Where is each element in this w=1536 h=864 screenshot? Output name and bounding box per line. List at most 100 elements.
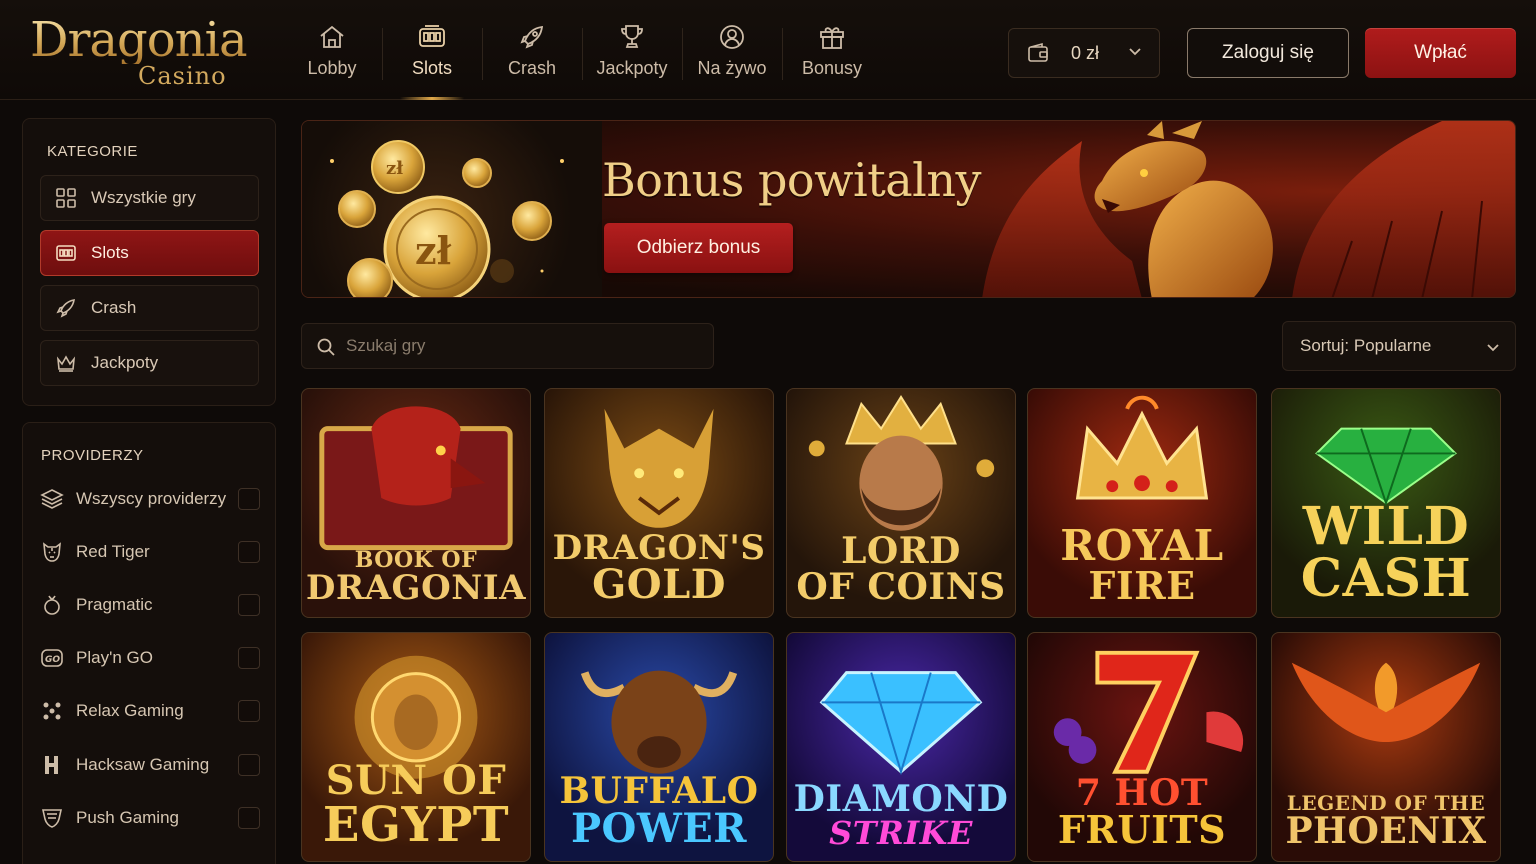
provider-hacksaw[interactable]: Hacksaw Gaming — [40, 748, 260, 782]
provider-checkbox[interactable] — [238, 541, 260, 563]
gift-icon — [820, 26, 844, 49]
game-title-line1: DIAMOND — [793, 778, 1009, 820]
game-title-line2: CASH — [1300, 548, 1472, 609]
chevron-down-icon — [1487, 344, 1499, 352]
banner-title: Bonus powitalny — [602, 153, 981, 207]
category-label: Jackpoty — [91, 353, 159, 372]
game-tile-buffalo-power[interactable]: BUFFALO POWER — [544, 632, 774, 862]
nav-slots[interactable]: Slots — [382, 0, 482, 100]
sort-dropdown[interactable]: Sortuj: Popularne — [1282, 321, 1516, 371]
game-tile-book-of-dragonia[interactable]: BOOK OF DRAGONIA — [301, 388, 531, 618]
hacksaw-icon — [45, 756, 58, 774]
game-tile-7-hot-fruits[interactable]: 7 HOT FRUITS — [1027, 632, 1257, 862]
wallet-icon — [1028, 42, 1048, 62]
provider-red-tiger[interactable]: Red Tiger — [40, 535, 260, 569]
game-title-line2: FRUITS — [1057, 807, 1227, 852]
game-title-line1: ROYAL — [1060, 521, 1224, 570]
provider-label: Hacksaw Gaming — [76, 755, 210, 774]
category-label: Slots — [91, 243, 129, 262]
home-icon — [320, 25, 344, 48]
game-title-line1: LORD — [841, 530, 961, 572]
wallet-dropdown[interactable]: 0 zł — [1008, 28, 1160, 78]
game-tile-diamond-strike[interactable]: DIAMOND STRIKE — [786, 632, 1016, 862]
game-title-line1: SUN OF — [325, 757, 507, 804]
game-title-line2: STRIKE — [829, 814, 973, 852]
game-tile-dragons-gold[interactable]: DRAGON'S GOLD — [544, 388, 774, 618]
provider-checkbox[interactable] — [238, 807, 260, 829]
providers-title: PROVIDERZY — [41, 447, 144, 464]
slot-machine-icon — [56, 245, 76, 261]
game-title: SUN OF EGYPT — [302, 757, 530, 850]
game-tile-royal-fire[interactable]: ROYAL FIRE — [1027, 388, 1257, 618]
game-title: LORD OF COINS — [787, 533, 1015, 605]
game-title: LEGEND OF THE PHOENIX — [1272, 793, 1500, 849]
chevron-down-icon — [1129, 48, 1141, 56]
relax-icon — [43, 702, 61, 720]
search-icon — [317, 338, 335, 356]
category-all-games[interactable]: Wszystkie gry — [40, 175, 259, 221]
live-user-icon — [720, 24, 744, 49]
game-title-line2: OF COINS — [796, 566, 1006, 608]
nav-crash[interactable]: Crash — [482, 0, 582, 100]
provider-checkbox[interactable] — [238, 647, 260, 669]
provider-label: Play'n GO — [76, 648, 153, 667]
game-tile-lord-of-coins[interactable]: LORD OF COINS — [786, 388, 1016, 618]
game-title: WILD CASH — [1272, 501, 1500, 605]
provider-playngo[interactable]: GO Play'n GO — [40, 641, 260, 675]
svg-text:zł: zł — [386, 158, 404, 179]
claim-bonus-button[interactable]: Odbierz bonus — [604, 223, 793, 273]
provider-label: Push Gaming — [76, 808, 179, 827]
search-input[interactable] — [346, 324, 696, 368]
provider-checkbox[interactable] — [238, 700, 260, 722]
nav-slots-label: Slots — [411, 57, 453, 78]
provider-checkbox[interactable] — [238, 754, 260, 776]
game-title-line1: DRAGON'S — [552, 528, 766, 568]
category-label: Crash — [91, 298, 137, 317]
brand-logo[interactable]: Dragonia Casino — [30, 10, 248, 90]
game-title: BUFFALO POWER — [545, 773, 773, 849]
top-header: Dragonia Casino Lobby Slots Crash Jackpo… — [0, 0, 1536, 100]
game-title-line2: GOLD — [592, 561, 726, 608]
nav-live[interactable]: Na żywo — [682, 0, 782, 100]
login-button[interactable]: Zaloguj się — [1187, 28, 1349, 78]
game-tile-sun-of-egypt[interactable]: SUN OF EGYPT — [301, 632, 531, 862]
nav-crash-label: Crash — [507, 57, 556, 78]
game-title: BOOK OF DRAGONIA — [302, 549, 530, 605]
svg-text:GO: GO — [45, 655, 60, 665]
main-nav: Lobby Slots Crash Jackpoty Na żywo Bonus… — [282, 0, 882, 100]
category-jackpots[interactable]: Jackpoty — [40, 340, 259, 386]
slot-machine-icon — [419, 24, 445, 47]
provider-all[interactable]: Wszyscy providerzy — [40, 482, 260, 516]
brand-name: Dragonia — [30, 12, 248, 68]
game-title-line2: PHOENIX — [1285, 810, 1487, 852]
grid-icon — [56, 188, 76, 208]
game-title: DIAMOND STRIKE — [787, 781, 1015, 849]
game-tile-wild-cash[interactable]: WILD CASH — [1271, 388, 1501, 618]
layers-icon — [40, 489, 64, 509]
nav-lobby[interactable]: Lobby — [282, 0, 382, 100]
rocket-icon — [56, 299, 75, 318]
wallet-balance: 0 zł — [1071, 42, 1100, 63]
provider-relax[interactable]: Relax Gaming — [40, 694, 260, 728]
game-title: 7 HOT FRUITS — [1028, 775, 1256, 849]
provider-pragmatic[interactable]: Pragmatic — [40, 588, 260, 622]
provider-label: Wszyscy providerzy — [76, 489, 227, 508]
provider-checkbox[interactable] — [238, 594, 260, 616]
providers-panel: PROVIDERZY Wszyscy providerzy Red Tiger … — [22, 422, 276, 864]
provider-label: Pragmatic — [76, 595, 153, 614]
nav-bonuses-label: Bonusy — [801, 57, 863, 78]
pragmatic-icon — [44, 595, 60, 615]
welcome-bonus-banner: zł zł Bonus powitalny Odbierz bonus — [301, 120, 1516, 298]
provider-push[interactable]: Push Gaming — [40, 801, 260, 835]
category-label: Wszystkie gry — [91, 188, 196, 207]
push-icon — [42, 809, 62, 828]
category-slots[interactable]: Slots — [40, 230, 259, 276]
provider-label: Red Tiger — [76, 542, 150, 561]
game-tile-legend-of-the-phoenix[interactable]: LEGEND OF THE PHOENIX — [1271, 632, 1501, 862]
nav-jackpots[interactable]: Jackpoty — [582, 0, 682, 100]
deposit-button[interactable]: Wpłać — [1365, 28, 1516, 78]
category-crash[interactable]: Crash — [40, 285, 259, 331]
nav-bonuses[interactable]: Bonusy — [782, 0, 882, 100]
provider-checkbox[interactable] — [238, 488, 260, 510]
categories-panel: KATEGORIE Wszystkie gry Slots Crash Jack… — [22, 118, 276, 406]
